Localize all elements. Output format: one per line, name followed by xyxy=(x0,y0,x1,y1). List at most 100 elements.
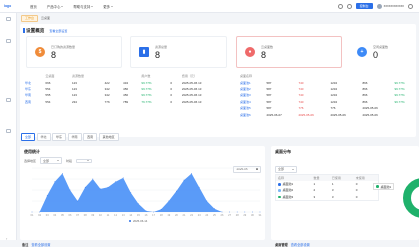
usage-panel: 使用统计 选择地区 全部 时段 2025-05 01 02 03 04 05 06 07 08… xyxy=(20,146,265,240)
data-point[interactable] xyxy=(122,177,124,179)
tab-workbench[interactable]: 工作台 xyxy=(21,14,39,22)
legend-dot xyxy=(278,183,281,186)
filter-north[interactable]: 华北 xyxy=(36,133,51,141)
logo[interactable]: logo xyxy=(0,0,26,13)
x-tick-label: 05 xyxy=(61,213,64,217)
chevron-down-icon xyxy=(57,160,60,161)
table-row[interactable]: 桌面池3 3 3 0 xyxy=(276,194,379,200)
data-point[interactable] xyxy=(100,188,101,190)
filter-other[interactable]: 其他地区 xyxy=(98,133,119,141)
pool-table: 桌面名称 桌面池1 587 740 1232 866 99.77% 桌面池2 587 740 12… xyxy=(238,73,416,118)
distribution-footer-link[interactable]: 查看全部设置 xyxy=(291,243,310,247)
data-point[interactable] xyxy=(153,211,155,213)
x-tick-label: 17 xyxy=(152,213,155,217)
data-point[interactable] xyxy=(54,181,56,183)
data-point[interactable] xyxy=(191,173,193,174)
data-point[interactable] xyxy=(236,211,238,213)
x-tick-label: 02 xyxy=(38,213,41,217)
data-point[interactable] xyxy=(39,211,40,213)
data-point[interactable] xyxy=(198,186,200,188)
top-bar: logo 首页 产品中心 帮助与支持 更多 控制台 xxxxxxxxxxxx xyxy=(0,0,419,13)
collapse-icon[interactable]: › xyxy=(6,236,11,241)
x-tick-label: 14 xyxy=(129,213,132,217)
nav-item-products[interactable]: 产品中心 xyxy=(43,4,68,9)
filter-southwest[interactable]: 西南 xyxy=(83,133,98,141)
console-button[interactable]: 控制台 xyxy=(355,3,373,9)
data-point[interactable] xyxy=(221,211,223,213)
distribution-select[interactable]: 全部 xyxy=(275,165,298,173)
overview-title: 设置概览 xyxy=(26,28,45,33)
x-tick-label: 28 xyxy=(236,213,239,217)
nav-item-more[interactable]: 更多 xyxy=(99,4,117,9)
data-point[interactable] xyxy=(252,211,253,213)
table-row[interactable]: 西南 554 234 776 789 76.77% 0 2025-05-06 13 xyxy=(23,99,228,105)
data-point[interactable] xyxy=(46,195,48,196)
nav-item-home[interactable]: 首页 xyxy=(26,4,41,9)
table-cell: 2025-05-06 xyxy=(330,112,346,117)
x-tick-label: 26 xyxy=(221,213,224,217)
table-cell: 554 xyxy=(45,99,51,104)
data-point[interactable] xyxy=(31,211,33,213)
chevron-down-icon xyxy=(87,160,90,161)
stat-card-ordered[interactable]: $ 已订购的资源数量 8 xyxy=(26,36,122,68)
pool-name: 桌面池2 xyxy=(282,188,294,193)
x-tick-label: 31 xyxy=(259,213,262,217)
data-point[interactable] xyxy=(214,208,215,210)
data-point[interactable] xyxy=(138,203,139,205)
data-point[interactable] xyxy=(62,173,63,174)
usage-footer-link[interactable]: 查看全部设置 xyxy=(31,243,50,247)
data-point[interactable] xyxy=(69,189,71,191)
x-tick-label: 29 xyxy=(243,213,246,217)
filter-east[interactable]: 华东 xyxy=(52,133,67,141)
donut-slice[interactable] xyxy=(403,178,419,218)
desktop-icon[interactable] xyxy=(6,39,11,43)
data-point[interactable] xyxy=(244,211,246,213)
bell-icon[interactable] xyxy=(346,3,352,9)
distribution-donut-chart xyxy=(403,178,419,218)
user-menu[interactable]: xxxxxxxxxxxx xyxy=(376,3,404,9)
data-point[interactable] xyxy=(229,211,231,213)
x-tick-label: 16 xyxy=(145,213,148,217)
list-icon[interactable] xyxy=(6,98,11,102)
legend-dot xyxy=(278,189,281,192)
table-cell: 桌面池3 xyxy=(276,194,312,200)
data-point[interactable] xyxy=(115,181,116,183)
data-point[interactable] xyxy=(160,208,162,210)
user-plus-icon: + xyxy=(357,47,367,57)
data-point[interactable] xyxy=(259,211,261,213)
table-cell: 2025-06-07 xyxy=(266,112,282,117)
stat-card-desktops[interactable]: ● 云桌面数 8 xyxy=(236,36,342,68)
table-cell: 234 xyxy=(71,99,77,104)
tab-cloud-desktop[interactable]: 云桌面 xyxy=(41,16,50,20)
data-point[interactable] xyxy=(130,192,132,194)
data-point[interactable] xyxy=(176,190,177,192)
filter-all[interactable]: 全部 xyxy=(21,133,36,141)
chevron-down-icon xyxy=(91,5,94,7)
stat-card-idle[interactable]: + 空闲桌面数 0 xyxy=(349,36,415,68)
top-nav: 首页 产品中心 帮助与支持 更多 xyxy=(26,4,117,9)
table-cell: 3 xyxy=(331,194,334,199)
legend-dot xyxy=(278,195,281,199)
data-point[interactable] xyxy=(92,178,94,180)
distribution-table: 名称 数量 已使用 未使用 桌面池1 1 1 0 桌面池2 2 3 0 桌面池3 3 3 0 xyxy=(275,174,379,201)
search-icon[interactable] xyxy=(337,3,343,9)
overview-link[interactable]: 查看全部设置 xyxy=(49,29,67,33)
data-point[interactable] xyxy=(183,179,185,181)
nav-item-help[interactable]: 帮助与支持 xyxy=(69,4,97,9)
x-tick-label: 07 xyxy=(76,213,79,217)
data-point[interactable] xyxy=(168,200,170,202)
data-point[interactable] xyxy=(107,186,109,188)
home-icon[interactable] xyxy=(6,17,11,21)
data-point[interactable] xyxy=(77,200,78,202)
x-tick-label: 13 xyxy=(122,213,125,217)
data-point[interactable] xyxy=(206,200,208,202)
menu-icon[interactable] xyxy=(408,3,413,9)
filter-south[interactable]: 华南 xyxy=(67,133,82,141)
data-point[interactable] xyxy=(145,210,147,212)
data-point[interactable] xyxy=(84,186,86,188)
usage-footer: 备注 查看全部设置 xyxy=(22,243,51,247)
series-area xyxy=(32,173,260,212)
table-row[interactable]: 桌面池6 2025-06-07 2025-05-06 2025-05-06 2025-0… xyxy=(238,111,416,117)
stat-card-total[interactable]: ▮ 资源总量 8 xyxy=(130,36,227,68)
settings-icon[interactable] xyxy=(6,129,11,133)
